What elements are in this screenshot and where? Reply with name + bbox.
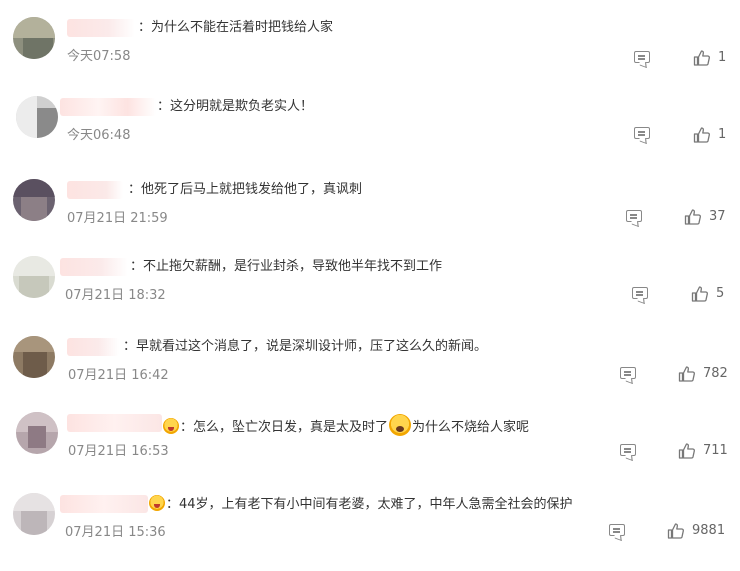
comment-text: ：为什么不能在活着时把钱给人家 xyxy=(138,19,333,37)
comment-text: ：早就看过这个消息了，说是深圳设计师，压了这么久的新闻。 xyxy=(123,338,487,356)
comment-body: 早就看过这个消息了，说是深圳设计师，压了这么久的新闻。 xyxy=(136,339,488,354)
comment-text: ：他死了后马上就把钱发给他了，真讽刺 xyxy=(128,181,362,199)
comment-icon[interactable] xyxy=(620,367,636,379)
thumbs-up-icon xyxy=(693,50,710,66)
comment-body: 44岁，上有老下有小中间有老婆，太难了，中年人急需全社会的保护 xyxy=(179,497,573,512)
username[interactable] xyxy=(60,98,156,116)
thumbs-up-icon xyxy=(678,366,695,382)
username[interactable] xyxy=(60,495,148,513)
comment-icon[interactable] xyxy=(634,127,650,139)
avatar[interactable] xyxy=(13,336,55,378)
thumbs-up-icon xyxy=(693,127,710,143)
thumbs-up-icon xyxy=(684,209,701,225)
comment-text: ：不止拖欠薪酬，是行业封杀，导致他半年找不到工作 xyxy=(130,258,442,276)
username[interactable] xyxy=(67,19,135,37)
comment-body: 他死了后马上就把钱发给他了，真讽刺 xyxy=(141,182,363,197)
like-count: 782 xyxy=(703,366,728,381)
comment-body: 怎么，坠亡次日发，真是太及时了 xyxy=(193,420,389,435)
comment-body: 为什么不能在活着时把钱给人家 xyxy=(151,20,334,35)
separator: ： xyxy=(128,182,142,197)
separator: ： xyxy=(157,99,171,114)
comment-icon[interactable] xyxy=(620,444,636,456)
comment-body-continued: 为什么不烧给人家呢 xyxy=(412,420,530,435)
comment-item: ：这分明就是欺负老实人！ 今天06:48 1 xyxy=(0,96,740,174)
separator: ： xyxy=(180,420,194,435)
timestamp: 07月21日 16:42 xyxy=(68,368,169,383)
avatar[interactable] xyxy=(13,493,55,535)
username[interactable] xyxy=(67,181,123,199)
like-count: 9881 xyxy=(692,523,726,538)
timestamp: 07月21日 21:59 xyxy=(67,211,168,226)
comment-item: ：他死了后马上就把钱发给他了，真讽刺 07月21日 21:59 37 xyxy=(0,179,740,257)
comment-body: 这分明就是欺负老实人！ xyxy=(170,99,314,114)
like-count: 711 xyxy=(703,443,728,458)
username[interactable] xyxy=(67,338,119,356)
emoji-icon xyxy=(163,418,179,434)
like-count: 1 xyxy=(718,50,727,65)
comment-text: ：44岁，上有老下有小中间有老婆，太难了，中年人急需全社会的保护 xyxy=(148,495,573,514)
comment-icon[interactable] xyxy=(632,287,648,299)
separator: ： xyxy=(123,339,137,354)
comment-item: ：为什么不能在活着时把钱给人家 今天07:58 1 xyxy=(0,17,740,95)
avatar[interactable] xyxy=(13,179,55,221)
separator: ： xyxy=(138,20,152,35)
timestamp: 07月21日 16:53 xyxy=(68,444,169,459)
avatar[interactable] xyxy=(13,256,55,298)
comment-icon[interactable] xyxy=(634,51,650,63)
thumbs-up-icon xyxy=(667,523,684,539)
avatar[interactable] xyxy=(13,17,55,59)
username[interactable] xyxy=(67,414,162,432)
like-count: 5 xyxy=(716,286,725,301)
timestamp: 07月21日 15:36 xyxy=(65,525,166,540)
username[interactable] xyxy=(60,258,128,276)
comment-item: ：怎么，坠亡次日发，真是太及时了 为什么不烧给人家呢 07月21日 16:53 7… xyxy=(0,412,740,490)
timestamp: 07月21日 18:32 xyxy=(65,288,166,303)
avatar[interactable] xyxy=(16,96,58,138)
timestamp: 今天06:48 xyxy=(67,128,131,143)
comment-text: ：这分明就是欺负老实人！ xyxy=(157,98,313,116)
comment-icon[interactable] xyxy=(626,210,642,222)
timestamp: 今天07:58 xyxy=(67,49,131,64)
comment-item: ：不止拖欠薪酬，是行业封杀，导致他半年找不到工作 07月21日 18:32 5 xyxy=(0,256,740,334)
avatar[interactable] xyxy=(16,412,58,454)
thumbs-up-icon xyxy=(691,286,708,302)
separator: ： xyxy=(166,497,180,512)
emoji-icon xyxy=(149,495,165,511)
like-count: 1 xyxy=(718,127,727,142)
comment-body: 不止拖欠薪酬，是行业封杀，导致他半年找不到工作 xyxy=(143,259,443,274)
emoji-icon xyxy=(389,414,412,436)
comment-item: ：44岁，上有老下有小中间有老婆，太难了，中年人急需全社会的保护 07月21日 … xyxy=(0,493,740,571)
like-count: 37 xyxy=(709,209,726,224)
comment-text: ：怎么，坠亡次日发，真是太及时了 为什么不烧给人家呢 xyxy=(162,414,529,437)
separator: ： xyxy=(130,259,144,274)
thumbs-up-icon xyxy=(678,443,695,459)
comment-icon[interactable] xyxy=(609,524,625,536)
comment-item: ：早就看过这个消息了，说是深圳设计师，压了这么久的新闻。 07月21日 16:4… xyxy=(0,336,740,414)
